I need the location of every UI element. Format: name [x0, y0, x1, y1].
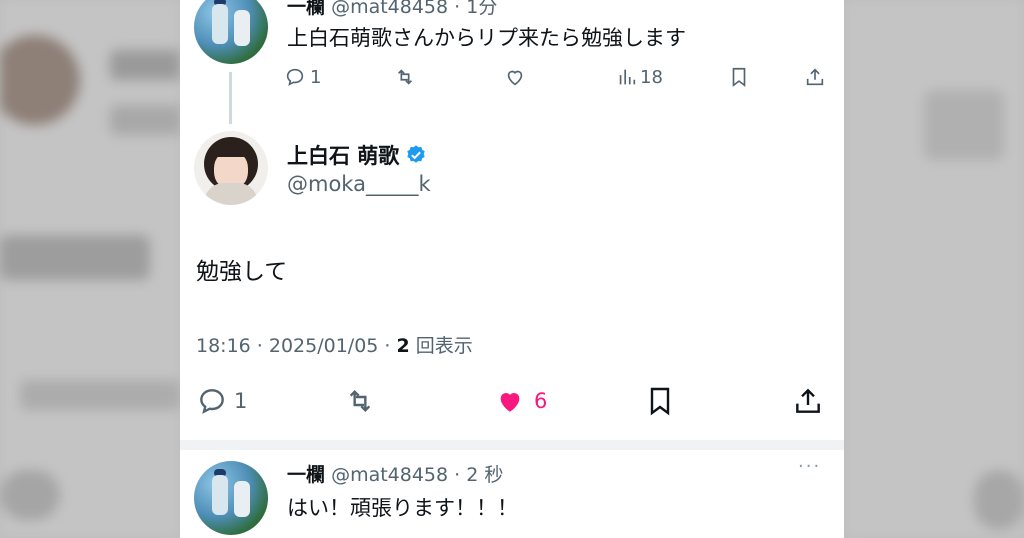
reply-icon	[286, 68, 304, 86]
author-name: 上白石 萌歌	[287, 144, 400, 168]
tweet-thread: 一欄 @mat48458 · 1分 ··· 上白石萌歌さんからリプ来たら勉強しま…	[180, 0, 844, 538]
thread-connector	[229, 72, 232, 124]
bookmark-icon	[732, 67, 746, 87]
parent-tweet-header: 一欄 @mat48458 · 1分	[287, 0, 497, 19]
tweet-metadata: 18:16 · 2025/01/05 · 2 回表示	[196, 331, 473, 358]
avatar[interactable]	[194, 461, 268, 535]
more-icon[interactable]: ···	[798, 0, 821, 9]
main-author-handle[interactable]: @moka_____k	[287, 172, 431, 196]
retweet-icon	[349, 389, 371, 413]
bookmark-button[interactable]	[644, 385, 676, 417]
author-name[interactable]: 一欄	[287, 0, 325, 18]
avatar[interactable]	[194, 0, 268, 64]
views-icon	[619, 69, 636, 85]
view-count: 2	[396, 335, 410, 357]
like-icon	[500, 393, 520, 412]
views-button[interactable]: 18	[616, 66, 663, 88]
reply-tweet-header: 一欄 @mat48458 · 2 秒	[287, 460, 503, 487]
reply-count: 1	[310, 66, 322, 88]
parent-tweet-text: 上白石萌歌さんからリプ来たら勉強します	[287, 26, 686, 50]
author-handle[interactable]: @mat48458 · 2 秒	[331, 464, 503, 486]
share-button[interactable]	[792, 385, 824, 417]
background-blur-right	[844, 0, 1024, 538]
bookmark-icon	[650, 387, 670, 416]
view-label: 回表示	[409, 335, 473, 357]
reply-icon	[200, 389, 224, 414]
like-button[interactable]	[504, 66, 526, 88]
reply-button[interactable]: 1	[196, 385, 247, 417]
author-name[interactable]: 一欄	[287, 464, 325, 486]
share-button[interactable]	[804, 66, 826, 88]
bookmark-button[interactable]	[728, 66, 750, 88]
like-count: 6	[534, 389, 548, 413]
retweet-button[interactable]	[344, 385, 376, 417]
reply-button[interactable]: 1	[284, 66, 321, 88]
avatar[interactable]	[194, 131, 268, 205]
view-count: 18	[640, 66, 663, 88]
share-icon	[806, 68, 824, 86]
background-blur-left	[0, 0, 180, 538]
main-author-name[interactable]: 上白石 萌歌	[287, 140, 427, 170]
reply-count: 1	[234, 389, 248, 413]
main-action-bar: 1 6	[196, 385, 828, 421]
reply-tweet-text: はい！頑張ります！！！	[287, 496, 518, 520]
retweet-button[interactable]	[394, 66, 416, 88]
section-divider	[180, 440, 844, 450]
parent-action-bar: 1 18	[280, 66, 830, 94]
timestamp[interactable]: 18:16 · 2025/01/05 ·	[196, 335, 397, 357]
like-button[interactable]: 6	[494, 385, 547, 417]
like-icon	[507, 70, 523, 86]
main-tweet-text: 勉強して	[196, 259, 288, 285]
more-icon[interactable]: ···	[798, 456, 821, 477]
author-handle[interactable]: @mat48458 · 1分	[331, 0, 497, 18]
share-icon	[796, 388, 820, 413]
retweet-icon	[397, 69, 413, 85]
verified-icon	[407, 145, 426, 163]
